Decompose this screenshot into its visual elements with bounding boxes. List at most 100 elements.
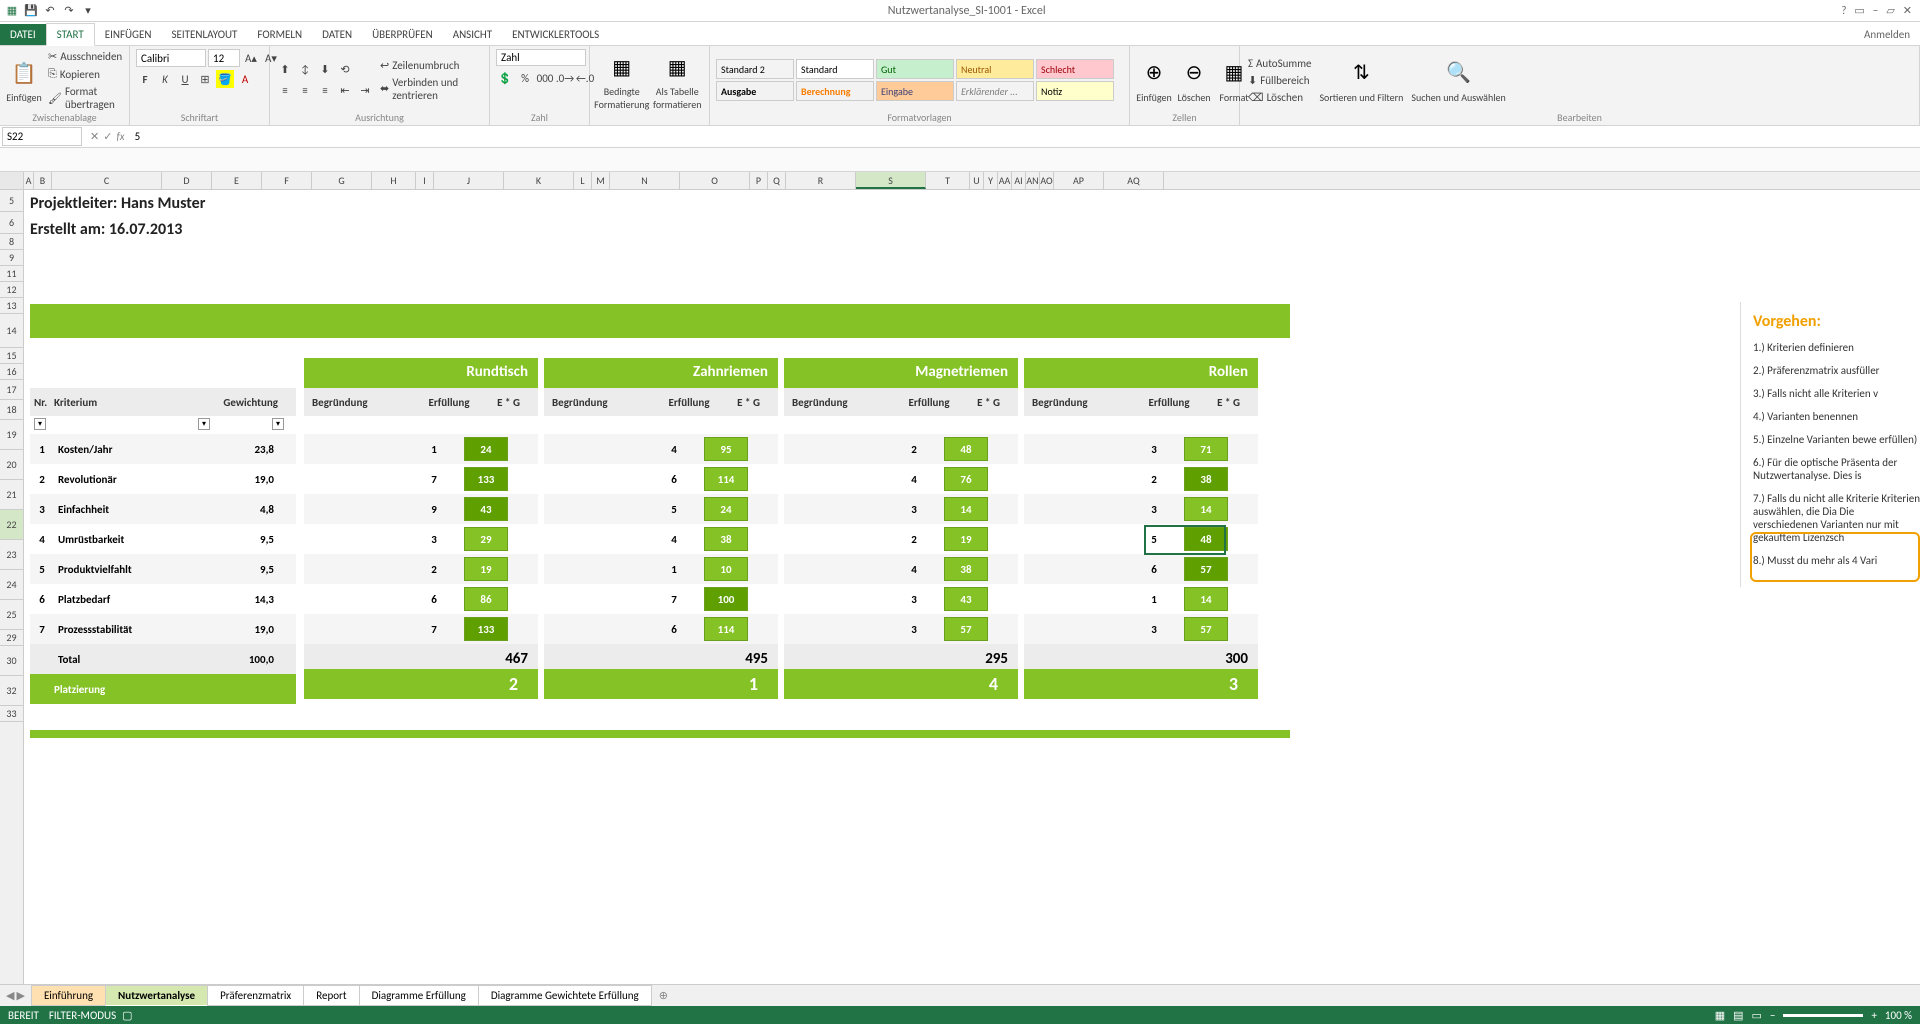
qat-more-icon[interactable]: ▾ — [80, 3, 96, 19]
variant-row[interactable]: 548 — [1024, 524, 1258, 554]
row-header[interactable]: 12 — [0, 282, 23, 298]
col-header[interactable]: P — [750, 172, 768, 189]
variant-row[interactable]: 495 — [544, 434, 778, 464]
variant-row[interactable]: 476 — [784, 464, 1018, 494]
insert-cells-button[interactable]: ⊕Einfügen — [1136, 55, 1172, 106]
tab-first-icon[interactable]: ◀ — [6, 989, 14, 1002]
indent-decrease-icon[interactable]: ⇤ — [336, 82, 354, 100]
row-header[interactable]: 5 — [0, 190, 23, 212]
underline-button[interactable]: U — [176, 70, 194, 88]
col-header[interactable]: F — [262, 172, 312, 189]
align-left-icon[interactable]: ≡ — [276, 82, 294, 100]
col-header[interactable]: D — [162, 172, 212, 189]
comma-icon[interactable]: 000 — [536, 69, 554, 87]
col-header[interactable]: L — [574, 172, 592, 189]
col-header[interactable]: I — [416, 172, 434, 189]
redo-icon[interactable]: ↷ — [61, 3, 77, 19]
filter-wt-icon[interactable]: ▾ — [272, 418, 284, 430]
sheet-tab-praeferenzmatrix[interactable]: Präferenzmatrix — [207, 985, 304, 1006]
col-header[interactable]: U — [970, 172, 984, 189]
grow-font-icon[interactable]: A▴ — [242, 49, 260, 67]
col-header[interactable]: J — [434, 172, 504, 189]
help-icon[interactable]: ? — [1841, 4, 1846, 17]
row-header[interactable]: 30 — [0, 646, 23, 676]
outline-ruler[interactable] — [0, 148, 1920, 172]
row-header[interactable]: 16 — [0, 364, 23, 380]
row-header[interactable]: 32 — [0, 676, 23, 706]
filter-crit-icon[interactable]: ▾ — [198, 418, 210, 430]
zoom-level[interactable]: 100 % — [1885, 1009, 1912, 1022]
criteria-row[interactable]: 1Kosten/Jahr23,8 — [30, 434, 296, 464]
col-header[interactable]: G — [312, 172, 372, 189]
signin-link[interactable]: Anmelden — [1854, 24, 1920, 45]
indent-increase-icon[interactable]: ⇥ — [356, 82, 374, 100]
tab-review[interactable]: ÜBERPRÜFEN — [362, 24, 443, 45]
col-header[interactable]: AI — [1012, 172, 1026, 189]
wrap-text-button[interactable]: ↩ Zeilenumbruch — [378, 58, 483, 73]
row-header[interactable]: 22 — [0, 510, 23, 540]
criteria-row[interactable]: 3Einfachheit4,8 — [30, 494, 296, 524]
sort-filter-button[interactable]: ⇅Sortieren und Filtern — [1317, 55, 1405, 106]
cell-styles-gallery[interactable]: Standard 2 Standard Gut Neutral Schlecht… — [716, 59, 1114, 101]
cancel-formula-icon[interactable]: ✕ — [90, 130, 99, 143]
col-header[interactable]: E — [212, 172, 262, 189]
sheet-tab-diagramme-gew[interactable]: Diagramme Gewichtete Erfüllung — [478, 985, 652, 1006]
col-header[interactable]: A — [24, 172, 34, 189]
undo-icon[interactable]: ↶ — [42, 3, 58, 19]
variant-row[interactable]: 238 — [1024, 464, 1258, 494]
col-header[interactable]: K — [504, 172, 574, 189]
variant-row[interactable]: 314 — [1024, 494, 1258, 524]
criteria-row[interactable]: 2Revolutionär19,0 — [30, 464, 296, 494]
variant-row[interactable]: 371 — [1024, 434, 1258, 464]
row-header[interactable]: 17 — [0, 380, 23, 400]
restore-icon[interactable]: ▱ — [1886, 4, 1894, 17]
variant-row[interactable]: 524 — [544, 494, 778, 524]
variant-row[interactable]: 219 — [304, 554, 538, 584]
variant-row[interactable]: 6114 — [544, 614, 778, 644]
italic-button[interactable]: K — [156, 70, 174, 88]
format-painter-button[interactable]: 🖌 Format übertragen — [46, 84, 124, 112]
row-header[interactable]: 25 — [0, 600, 23, 630]
row-header[interactable]: 14 — [0, 314, 23, 348]
percent-icon[interactable]: % — [516, 69, 534, 87]
font-size-select[interactable] — [208, 49, 240, 67]
find-select-button[interactable]: 🔍Suchen und Auswählen — [1409, 55, 1507, 106]
variant-row[interactable]: 438 — [784, 554, 1018, 584]
row-header[interactable]: 21 — [0, 480, 23, 510]
tab-file[interactable]: DATEI — [0, 24, 46, 45]
row-header[interactable]: 6 — [0, 212, 23, 234]
minimize-icon[interactable]: − — [1873, 4, 1878, 17]
ribbon-display-icon[interactable]: ▭ — [1854, 4, 1864, 17]
sheet-tab-report[interactable]: Report — [303, 985, 359, 1006]
align-top-icon[interactable]: ⬆ — [276, 61, 294, 79]
col-header[interactable]: C — [52, 172, 162, 189]
align-bottom-icon[interactable]: ⬇ — [316, 61, 334, 79]
format-table-button[interactable]: ▦Als Tabelle formatieren — [651, 49, 703, 113]
tab-developer[interactable]: ENTWICKLERTOOLS — [502, 24, 609, 45]
criteria-row[interactable]: 7Prozessstabilität19,0 — [30, 614, 296, 644]
name-box[interactable] — [2, 127, 82, 146]
col-header[interactable]: S — [856, 172, 926, 189]
tab-pagelayout[interactable]: SEITENLAYOUT — [161, 24, 247, 45]
col-header[interactable]: B — [34, 172, 52, 189]
zoom-in-icon[interactable]: + — [1871, 1009, 1876, 1022]
style-neutral[interactable]: Neutral — [956, 59, 1034, 79]
col-header[interactable]: AP — [1054, 172, 1104, 189]
col-header[interactable]: AN — [1026, 172, 1040, 189]
row-header[interactable]: 24 — [0, 570, 23, 600]
row-header[interactable]: 19 — [0, 420, 23, 450]
variant-row[interactable]: 248 — [784, 434, 1018, 464]
variant-row[interactable]: 7100 — [544, 584, 778, 614]
tab-formulas[interactable]: FORMELN — [247, 24, 312, 45]
col-header[interactable]: Q — [768, 172, 786, 189]
variant-row[interactable]: 314 — [784, 494, 1018, 524]
criteria-row[interactable]: 4Umrüstbarkeit9,5 — [30, 524, 296, 554]
col-header[interactable]: AO — [1040, 172, 1054, 189]
criteria-row[interactable]: 6Platzbedarf14,3 — [30, 584, 296, 614]
view-pagebreak-icon[interactable]: ▭ — [1752, 1009, 1762, 1022]
delete-cells-button[interactable]: ⊖Löschen — [1176, 55, 1212, 106]
zoom-slider[interactable] — [1783, 1014, 1863, 1017]
criteria-row[interactable]: 5Produktvielfahlt9,5 — [30, 554, 296, 584]
variant-row[interactable]: 438 — [544, 524, 778, 554]
col-header[interactable]: AQ — [1104, 172, 1164, 189]
